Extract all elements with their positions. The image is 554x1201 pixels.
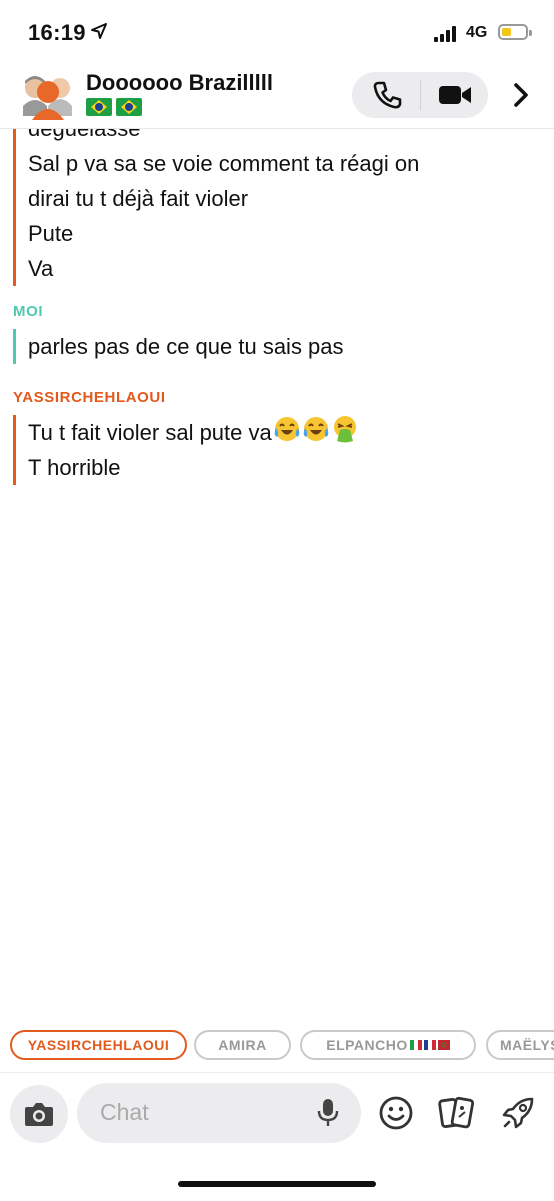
message-list[interactable]: déguelasse Sal p va sa se voie comment t… xyxy=(0,129,554,1009)
message-text: parles pas de ce que tu sais pas xyxy=(28,334,344,359)
morocco-flag-icon xyxy=(437,1040,450,1050)
vomiting-face-emoji-icon xyxy=(333,416,356,443)
italy-flag-icon xyxy=(409,1040,422,1050)
participant-chip[interactable]: AMIRA xyxy=(194,1030,291,1060)
france-flag-icon xyxy=(423,1040,436,1050)
sender-name-other: YASSIRCHEHLAOUI xyxy=(13,389,166,406)
microphone-icon[interactable] xyxy=(317,1097,339,1129)
chevron-right-icon[interactable] xyxy=(510,82,532,108)
participant-chip[interactable]: YASSIRCHEHLAOUI xyxy=(10,1030,187,1060)
composer-bar: Chat xyxy=(0,1072,554,1201)
message-block-other: déguelasse Sal p va sa se voie comment t… xyxy=(13,129,419,286)
message-text: déguelasse xyxy=(16,129,419,146)
participant-chip-label: ELPANCHO xyxy=(326,1037,408,1053)
brazil-flag-icon xyxy=(86,98,112,116)
chat-header: Doooooo Brazilllll xyxy=(0,64,554,128)
message-text: T horrible xyxy=(28,455,121,480)
tears-of-joy-emoji-icon xyxy=(274,417,300,441)
video-call-icon[interactable] xyxy=(438,83,472,107)
emoji-icon[interactable] xyxy=(378,1095,414,1131)
message-block-me: parles pas de ce que tu sais pas xyxy=(13,329,344,364)
group-avatar[interactable] xyxy=(20,72,76,122)
message-line: Tu t fait violer sal pute va xyxy=(16,415,359,450)
status-bar: 16:19 4G xyxy=(0,0,554,64)
message-text: Pute xyxy=(28,221,74,246)
message-text: dirai tu t déjà fait violer xyxy=(28,186,249,211)
brazil-flag-icon xyxy=(116,98,142,116)
network-type: 4G xyxy=(466,24,488,41)
participant-chips: YASSIRCHEHLAOUI AMIRA ELPANCHO MAËLYS xyxy=(0,1030,554,1064)
participant-chip[interactable]: ELPANCHO xyxy=(300,1030,476,1060)
rocket-icon[interactable] xyxy=(500,1095,536,1131)
camera-button[interactable] xyxy=(10,1085,68,1143)
participant-chip[interactable]: MAËLYS xyxy=(486,1030,554,1060)
title-flags xyxy=(86,98,142,116)
status-time: 16:19 xyxy=(28,20,86,45)
chat-input-placeholder: Chat xyxy=(100,1099,149,1125)
phone-call-icon[interactable] xyxy=(372,81,402,109)
call-controls xyxy=(352,72,488,118)
signal-icon xyxy=(434,26,458,42)
chat-input[interactable]: Chat xyxy=(77,1083,361,1143)
location-arrow-icon xyxy=(91,23,107,39)
battery-icon xyxy=(498,24,532,40)
home-indicator[interactable] xyxy=(178,1181,376,1187)
conversation-title[interactable]: Doooooo Brazilllll xyxy=(86,70,273,96)
sender-name-me: MOI xyxy=(13,303,44,320)
message-text: Sal p va sa se voie comment ta réagi on xyxy=(28,151,420,176)
message-text: Tu t fait violer sal pute va xyxy=(28,420,272,445)
sticker-cards-icon[interactable] xyxy=(437,1095,477,1131)
tears-of-joy-emoji-icon xyxy=(303,417,329,441)
camera-icon xyxy=(25,1103,53,1126)
message-text: Va xyxy=(28,256,54,281)
message-block-other: Tu t fait violer sal pute va T horrible xyxy=(13,415,359,485)
